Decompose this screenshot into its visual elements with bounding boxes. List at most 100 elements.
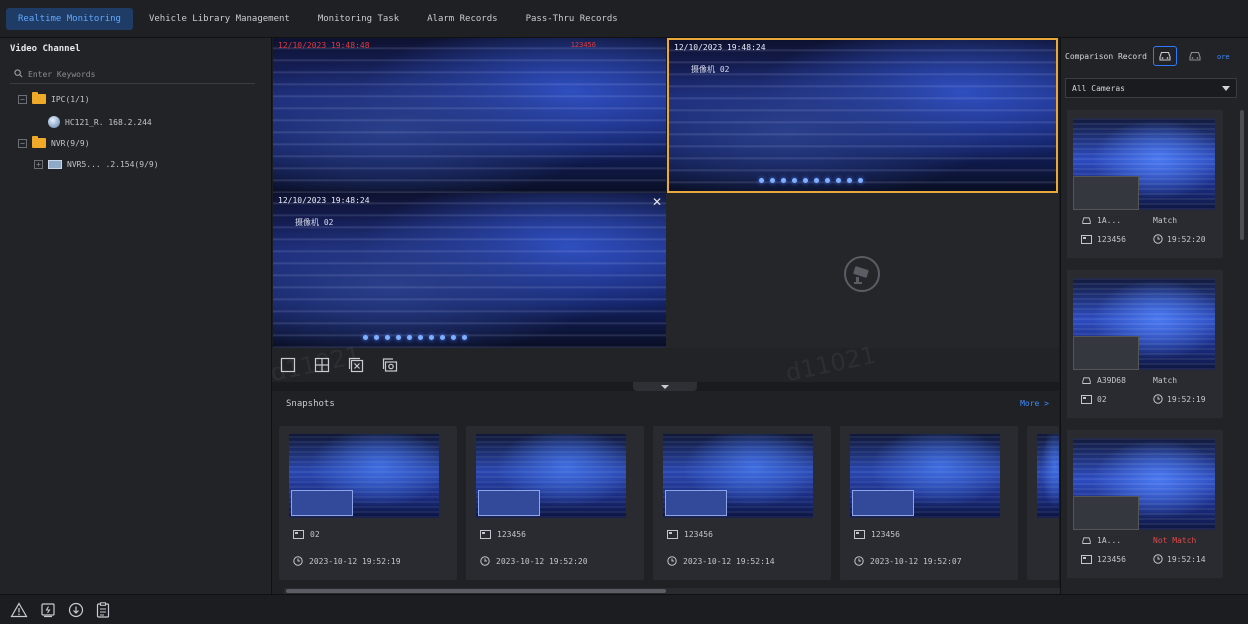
match-status: Not Match (1153, 536, 1197, 545)
snapshots-more-link[interactable]: More > (1020, 399, 1049, 408)
expand-icon[interactable]: + (34, 160, 43, 169)
comparison-row-camera: 123456 19:52:14 (1081, 554, 1215, 564)
capture-all-icon[interactable] (382, 357, 398, 373)
clock-icon (667, 556, 677, 566)
tree-node-nvr-device[interactable]: + NVR5... .2.154(9/9) (34, 160, 159, 169)
comparison-more-link[interactable]: ore (1217, 53, 1230, 61)
camera-icon (1081, 394, 1092, 404)
single-view-icon[interactable] (280, 357, 296, 373)
tab-realtime-monitoring[interactable]: Realtime Monitoring (6, 7, 133, 30)
tree-node-ipc[interactable]: − IPC(1/1) (18, 92, 90, 104)
camera-filter-select[interactable]: All Cameras (1065, 78, 1237, 98)
video-feed (669, 40, 1056, 191)
quad-view-icon[interactable] (314, 357, 330, 373)
snapshot-camera: 02 (293, 530, 320, 539)
comparison-row-plate: 1A... Not Match (1081, 536, 1215, 545)
comparison-row-plate: A39D68 Match (1081, 376, 1215, 385)
camera-name: 02 (1097, 394, 1107, 404)
comparison-title: Comparison Record (1065, 52, 1147, 61)
collapse-snapshots-handle[interactable] (633, 382, 697, 391)
video-pane-1[interactable]: 12/10/2023 19:48:48 123456 (273, 38, 666, 193)
search-icon (14, 69, 23, 78)
record-time: 19:52:14 (1167, 554, 1206, 564)
comparison-scrollbar[interactable] (1240, 110, 1244, 240)
car-icon (1189, 51, 1201, 61)
match-status: Match (1153, 376, 1178, 385)
search-input[interactable]: Enter Keywords (10, 66, 255, 84)
video-lights (363, 335, 467, 340)
clock-icon (1153, 554, 1163, 564)
snapshot-card[interactable]: 123456 2023-10-12 19:52:07 (840, 426, 1018, 580)
camera-icon (48, 116, 60, 128)
folder-icon (32, 136, 46, 148)
camera-icon (854, 530, 865, 539)
scrollbar-thumb[interactable] (286, 589, 666, 593)
download-icon[interactable] (68, 602, 84, 618)
video-pane-empty[interactable] (666, 193, 1059, 348)
tree-label-ipc-device: HC121_R. 168.2.244 (65, 117, 152, 127)
snapshot-card-partial[interactable] (1027, 426, 1059, 580)
tree-node-nvr[interactable]: − NVR(9/9) (18, 136, 90, 148)
camera-filter-value: All Cameras (1072, 83, 1125, 93)
comparison-card[interactable]: 1A... Match 123456 19:52:20 (1067, 110, 1223, 258)
tab-alarm-records[interactable]: Alarm Records (415, 8, 509, 30)
library-thumbnail (1073, 336, 1139, 370)
clock-icon (1153, 234, 1163, 244)
comparison-image (1073, 438, 1215, 530)
car-icon (1082, 217, 1091, 224)
camera-icon (293, 530, 304, 539)
snapshot-card[interactable]: 02 2023-10-12 19:52:19 (279, 426, 457, 580)
alarm-warning-icon[interactable] (10, 601, 28, 618)
video-timestamp: 12/10/2023 19:48:48 (278, 41, 370, 50)
tab-pass-thru-records[interactable]: Pass-Thru Records (514, 8, 630, 30)
snapshot-time-value: 2023-10-12 19:52:14 (683, 556, 775, 566)
snapshot-card[interactable]: 123456 2023-10-12 19:52:20 (466, 426, 644, 580)
snapshot-card[interactable]: 123456 2023-10-12 19:52:14 (653, 426, 831, 580)
snapshot-time: 2023-10-12 19:52:14 (667, 556, 775, 566)
collapse-icon[interactable]: − (18, 138, 27, 148)
close-all-icon[interactable] (348, 357, 364, 373)
video-pane-3[interactable]: 12/10/2023 19:48:24 摄像机 02 ✕ (273, 193, 666, 348)
clock-icon (854, 556, 864, 566)
task-list-icon[interactable] (96, 601, 110, 618)
comparison-card[interactable]: 1A... Not Match 123456 19:52:14 (1067, 430, 1223, 578)
comparison-row-plate: 1A... Match (1081, 216, 1215, 225)
video-camera-label: 摄像机 02 (295, 218, 334, 227)
plate-crop (852, 490, 914, 516)
collapse-icon[interactable]: − (18, 94, 27, 104)
comparison-card[interactable]: A39D68 Match 02 19:52:19 (1067, 270, 1223, 418)
snapshot-camera-name: 02 (310, 530, 320, 539)
tree-label-ipc: IPC(1/1) (51, 94, 90, 104)
sidebar-title: Video Channel (10, 44, 81, 54)
comparison-image (1073, 118, 1215, 210)
camera-placeholder-icon (844, 256, 880, 292)
video-pane-2[interactable]: 12/10/2023 19:48:24 摄像机 02 (667, 38, 1058, 193)
vehicle-alt-button[interactable] (1187, 48, 1203, 64)
comparison-record-panel: Comparison Record ore All Cameras 1A... … (1060, 38, 1248, 594)
camera-icon (1081, 234, 1092, 244)
close-icon[interactable]: ✕ (652, 195, 662, 209)
snapshot-camera-name: 123456 (684, 530, 713, 539)
clock-icon (480, 556, 490, 566)
snapshot-time-value: 2023-10-12 19:52:19 (309, 556, 401, 566)
library-thumbnail (1073, 496, 1139, 530)
video-camera-label: 摄像机 02 (691, 65, 730, 74)
snapshot-image (476, 434, 626, 518)
tree-node-ipc-device[interactable]: HC121_R. 168.2.244 (48, 116, 152, 128)
video-feed (273, 38, 666, 193)
vehicle-filter-button[interactable] (1153, 46, 1177, 66)
video-timestamp: 12/10/2023 19:48:24 (278, 196, 370, 205)
snapshot-camera-name: 123456 (497, 530, 526, 539)
car-icon (1082, 537, 1091, 544)
folder-icon (32, 92, 46, 104)
snapshots-title: Snapshots (286, 399, 335, 409)
snapshot-image (1037, 434, 1059, 518)
snapshot-time: 2023-10-12 19:52:19 (293, 556, 401, 566)
search-placeholder: Enter Keywords (28, 70, 96, 79)
tab-vehicle-library-management[interactable]: Vehicle Library Management (137, 8, 302, 30)
snapshot-time: 2023-10-12 19:52:07 (854, 556, 962, 566)
tab-monitoring-task[interactable]: Monitoring Task (306, 8, 411, 30)
power-lock-icon[interactable] (40, 602, 56, 618)
plate-number: 1A... (1097, 216, 1122, 225)
video-lights (759, 178, 863, 183)
